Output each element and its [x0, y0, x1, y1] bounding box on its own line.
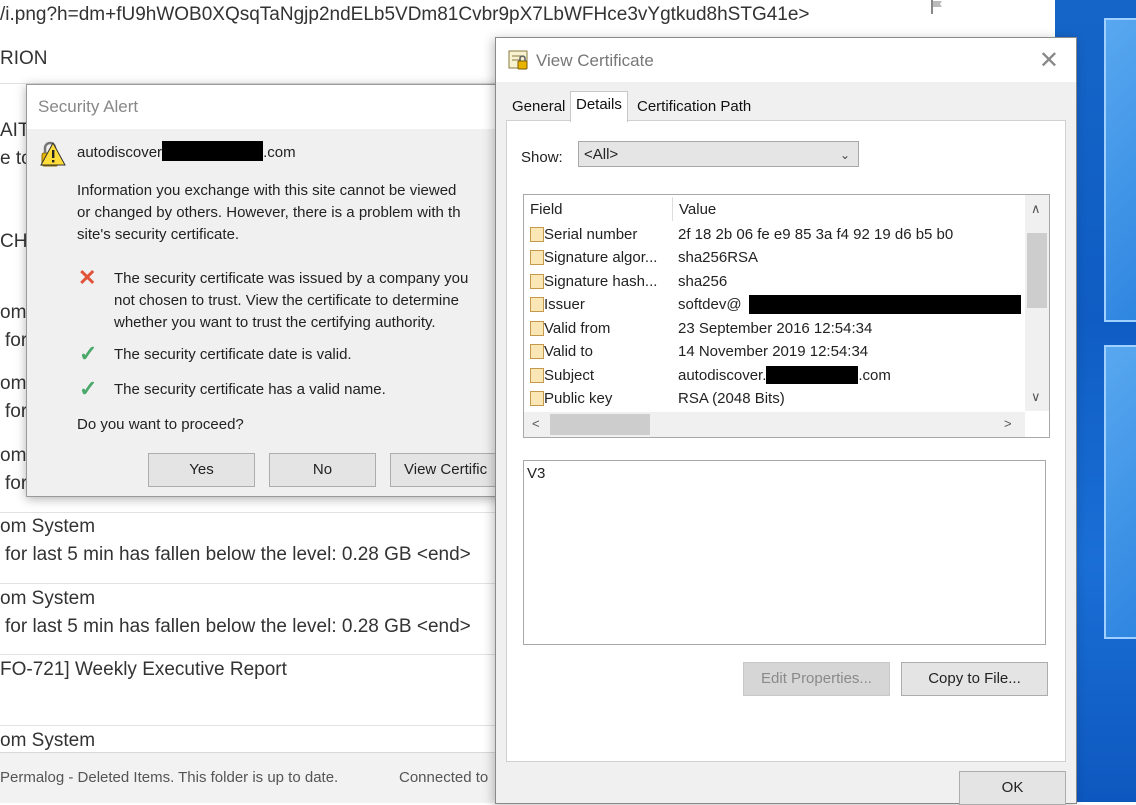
- dialog-body: autodiscover .com Information you exchang…: [27, 129, 507, 496]
- redaction: [766, 366, 859, 384]
- issue-line: The security certificate has a valid nam…: [114, 381, 386, 398]
- message-preview[interactable]: for last 5 min has fallen below the leve…: [5, 544, 471, 566]
- status-text: Permalog - Deleted Items. This folder is…: [0, 769, 339, 786]
- list-item[interactable]: Subject autodiscover. .com: [527, 364, 1022, 387]
- message-sender[interactable]: om System: [0, 516, 95, 538]
- redaction: [749, 295, 1021, 314]
- field-icon: [530, 321, 544, 336]
- field-icon: [530, 368, 544, 383]
- fragment: for: [5, 401, 28, 422]
- scrollbar-thumb[interactable]: [1027, 233, 1047, 308]
- connection-status: Connected to: [399, 769, 489, 786]
- show-dropdown[interactable]: <All> ⌄: [578, 141, 859, 167]
- edit-properties-button[interactable]: Edit Properties...: [743, 662, 890, 696]
- tab-certification-path[interactable]: Certification Path: [632, 94, 756, 120]
- field-icon: [530, 274, 544, 289]
- intro-line: or changed by others. However, there is …: [77, 204, 461, 221]
- scroll-down-icon[interactable]: ∨: [1031, 389, 1041, 405]
- fragment: for: [5, 473, 28, 494]
- close-icon[interactable]: ✕: [1039, 46, 1059, 75]
- list-item[interactable]: Valid from 23 September 2016 12:54:34: [527, 317, 1022, 340]
- error-x-icon: ✕: [78, 265, 97, 290]
- issue-line: The security certificate was issued by a…: [114, 270, 469, 287]
- tab-general[interactable]: General: [507, 94, 570, 120]
- dialog-title: View Certificate: [536, 51, 654, 70]
- details-tab-panel: Show: <All> ⌄ Field Value Serial number 2…: [506, 120, 1066, 762]
- intro-line: Information you exchange with this site …: [77, 182, 457, 199]
- field-value-box[interactable]: V3: [523, 460, 1046, 645]
- url-text: /i.png?h=dm+fU9hWOB0XQsqTaNgjp2ndELb5VDm…: [0, 4, 810, 25]
- list-item[interactable]: Signature algor... sha256RSA: [527, 246, 1022, 269]
- fragment: for: [5, 330, 28, 351]
- list-item[interactable]: Serial number 2f 18 2b 06 fe e9 85 3a f4 …: [527, 223, 1022, 246]
- list-item[interactable]: Issuer softdev@: [527, 293, 1022, 316]
- certificate-icon: [508, 50, 528, 70]
- dialog-title: Security Alert: [38, 97, 139, 116]
- field-icon: [530, 297, 544, 312]
- security-alert-dialog: Security Alert autodiscover .com Informat…: [26, 84, 508, 497]
- windows-logo-pane-top: [1104, 18, 1136, 322]
- check-icon: ✓: [79, 341, 98, 366]
- message-preview[interactable]: for last 5 min has fallen below the leve…: [5, 616, 471, 638]
- field-icon: [530, 391, 544, 406]
- chevron-down-icon: ⌄: [839, 148, 850, 162]
- field-icon: [530, 344, 544, 359]
- message-sender[interactable]: om System: [0, 730, 95, 752]
- fragment: om: [0, 302, 27, 323]
- fragment: om: [0, 373, 27, 394]
- show-label: Show:: [521, 149, 563, 166]
- check-icon: ✓: [79, 376, 98, 401]
- address-bar[interactable]: /i.png?h=dm+fU9hWOB0XQsqTaNgjp2ndELb5VDm…: [0, 0, 1055, 32]
- issue-line: The security certificate date is valid.: [114, 346, 352, 363]
- intro-line: site's security certificate.: [77, 226, 240, 243]
- view-certificate-button[interactable]: View Certific: [390, 453, 507, 487]
- field-value-text: V3: [527, 465, 546, 482]
- column-header-value[interactable]: Value: [679, 201, 716, 218]
- message-sender[interactable]: FO-721] Weekly Executive Report: [0, 659, 287, 681]
- folder-title: RION: [0, 48, 48, 69]
- vertical-scrollbar[interactable]: ∧ ∨: [1025, 195, 1049, 411]
- column-header-field[interactable]: Field: [530, 201, 563, 218]
- view-certificate-dialog: View Certificate ✕ General Show: <All> ⌄…: [495, 37, 1077, 805]
- tab-details[interactable]: Details: [570, 91, 628, 122]
- flag-icon[interactable]: [930, 0, 944, 14]
- scroll-right-icon[interactable]: >: [1004, 416, 1012, 431]
- site-name: autodiscover .com: [77, 141, 296, 164]
- windows-logo-pane-bottom: [1104, 345, 1136, 639]
- no-button[interactable]: No: [269, 453, 376, 487]
- status-bar: Permalog - Deleted Items. This folder is…: [0, 752, 497, 803]
- issue-line: not chosen to trust. View the certificat…: [114, 292, 459, 309]
- scrollbar-thumb[interactable]: [550, 414, 650, 435]
- horizontal-scrollbar[interactable]: < >: [524, 412, 1025, 437]
- list-item[interactable]: Signature hash... sha256: [527, 270, 1022, 293]
- scroll-left-icon[interactable]: <: [532, 416, 540, 431]
- security-warning-icon: [40, 141, 66, 167]
- redaction: [162, 141, 264, 161]
- fields-list[interactable]: Field Value Serial number 2f 18 2b 06 fe …: [523, 194, 1050, 438]
- issue-line: whether you want to trust the certifying…: [114, 314, 436, 331]
- field-icon: [530, 250, 544, 265]
- field-icon: [530, 227, 544, 242]
- list-item[interactable]: Valid to 14 November 2019 12:54:34: [527, 340, 1022, 363]
- yes-button[interactable]: Yes: [148, 453, 255, 487]
- proceed-question: Do you want to proceed?: [77, 416, 244, 433]
- message-sender[interactable]: om System: [0, 588, 95, 610]
- fragment: om: [0, 445, 27, 466]
- copy-to-file-button[interactable]: Copy to File...: [901, 662, 1048, 696]
- list-item[interactable]: Public key RSA (2048 Bits): [527, 387, 1022, 410]
- ok-button[interactable]: OK: [959, 771, 1066, 805]
- show-value: <All>: [584, 146, 619, 163]
- scroll-up-icon[interactable]: ∧: [1031, 201, 1041, 217]
